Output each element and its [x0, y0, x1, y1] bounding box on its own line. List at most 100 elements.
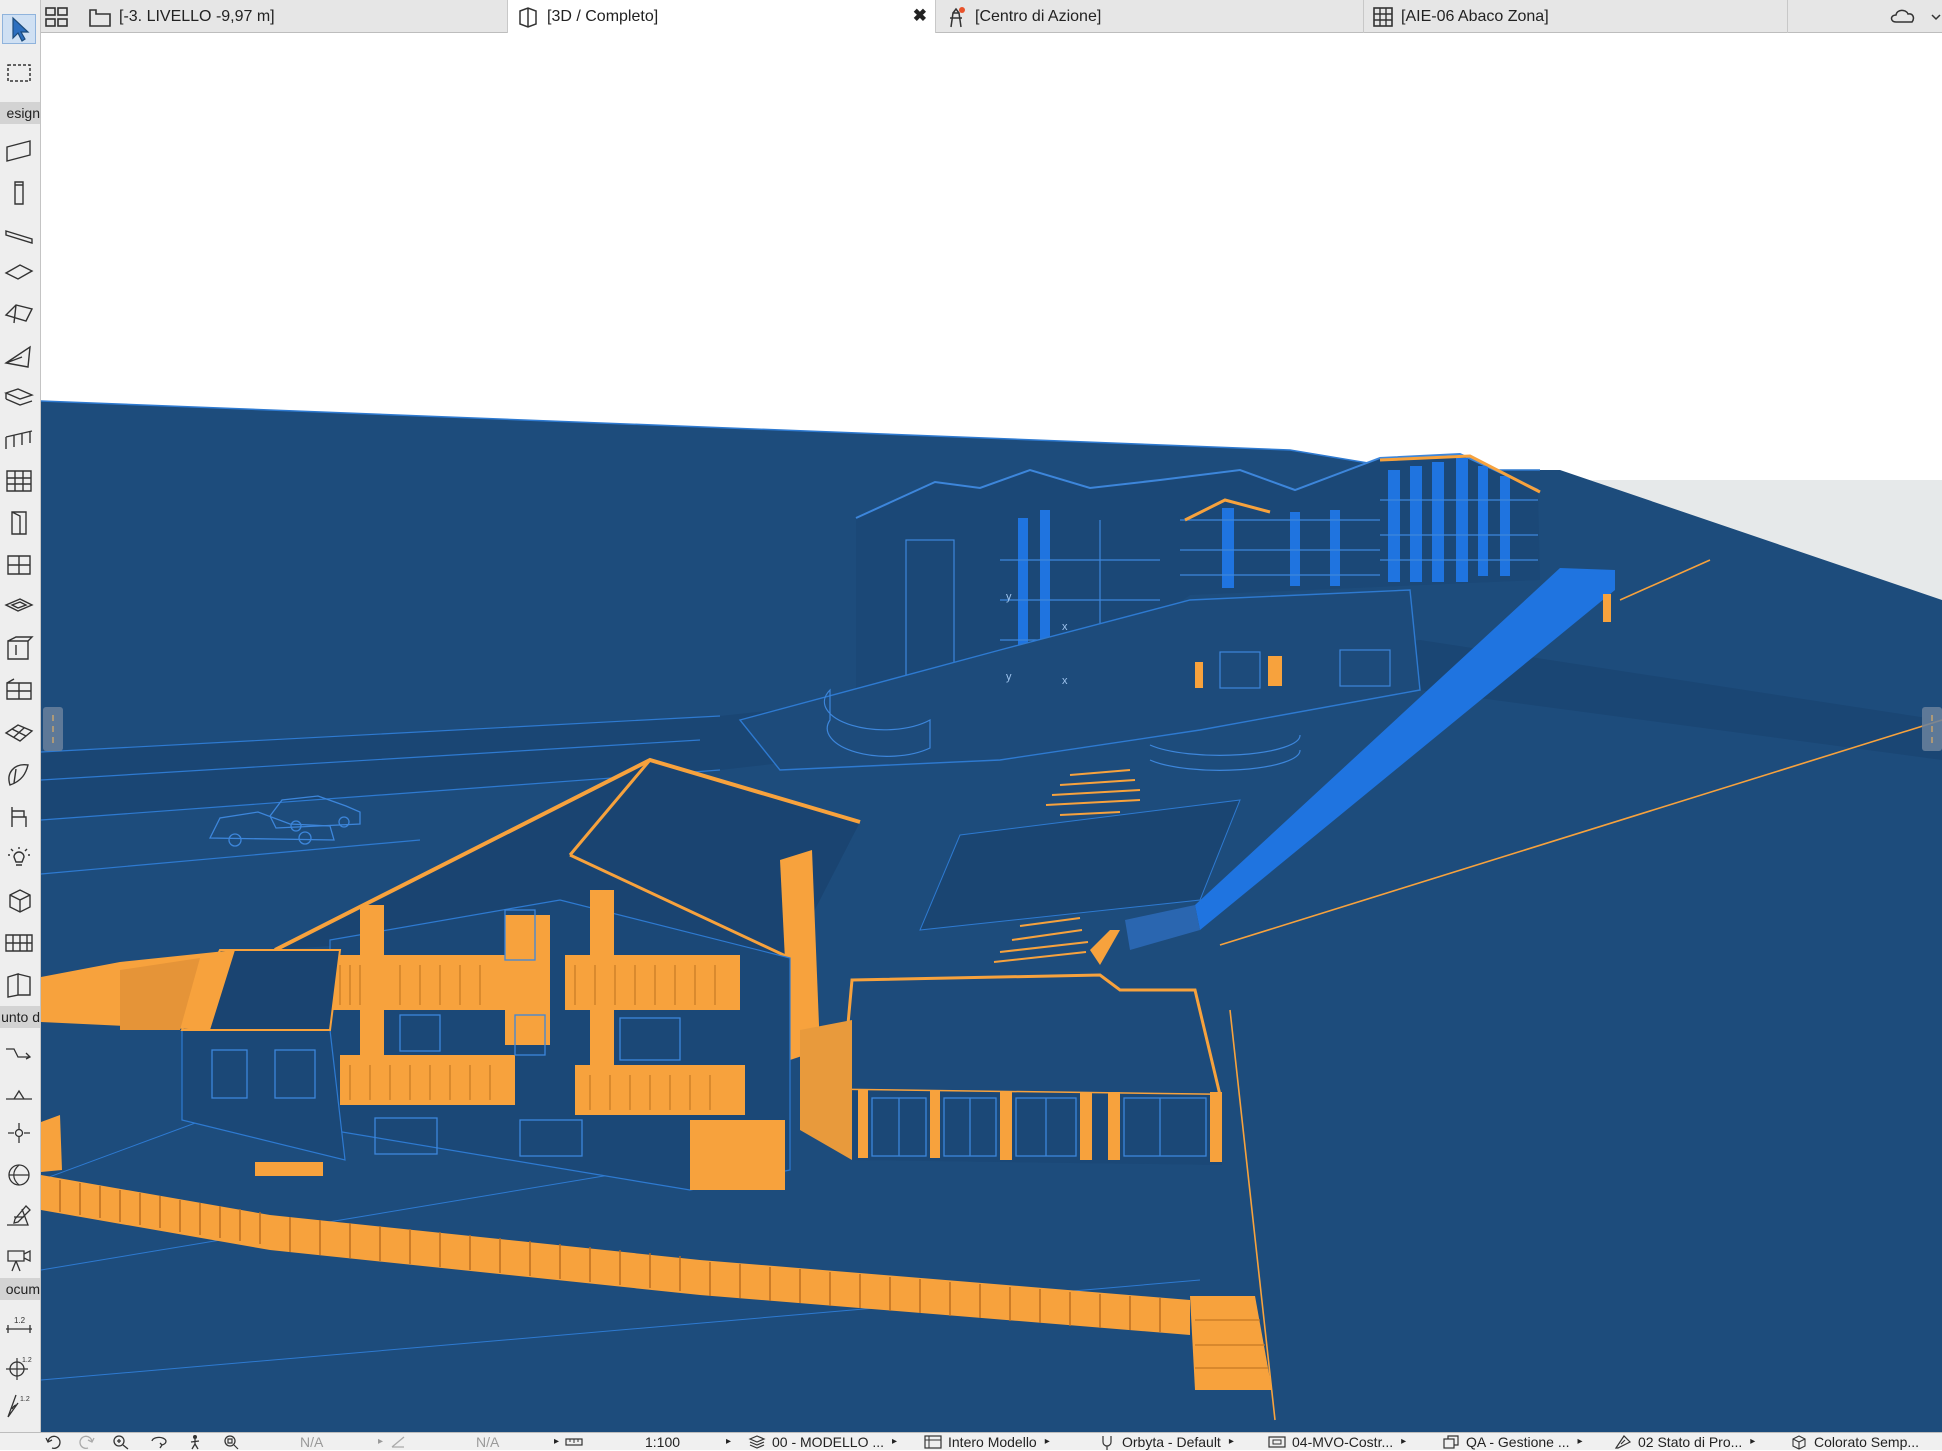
wall-end-tool-icon[interactable] — [2, 634, 36, 664]
tab-label: [AIE-06 Abaco Zona] — [1401, 7, 1549, 25]
section-tool-icon[interactable] — [2, 1038, 36, 1068]
svg-text:1.2: 1.2 — [20, 1396, 30, 1403]
model-view-selector[interactable]: Intero Modello ▸ — [924, 1433, 1050, 1451]
svg-text:1.2: 1.2 — [14, 1316, 26, 1325]
arrow-tool-icon[interactable] — [2, 14, 36, 44]
opening-tool-icon[interactable] — [2, 970, 36, 1000]
camera-tool-icon[interactable] — [2, 1244, 36, 1274]
status-value: 00 - MODELLO ... — [772, 1434, 885, 1450]
status-value: N/A — [476, 1434, 500, 1450]
status-value: QA - Gestione ... — [1466, 1434, 1570, 1450]
fit-in-window-icon[interactable] — [222, 1433, 240, 1451]
window-tool-icon[interactable] — [2, 550, 36, 580]
svg-text:y: y — [1006, 591, 1012, 603]
wall-tool-icon[interactable] — [2, 136, 36, 166]
angle-icon[interactable]: ▸ — [378, 1433, 407, 1451]
model-view-option-icon — [1268, 1436, 1286, 1448]
scale-value[interactable]: 1:100 ▸ — [645, 1433, 731, 1451]
roof-tool-icon[interactable] — [2, 300, 36, 330]
renovation-filter-selector[interactable]: 02 Stato di Pro... ▸ — [1614, 1433, 1755, 1451]
corner-window-tool-icon[interactable] — [2, 676, 36, 706]
skylight-tool-icon[interactable] — [2, 592, 36, 622]
dimension-tool-icon[interactable]: 1.2 — [2, 1312, 36, 1342]
stair-tool-icon[interactable] — [2, 384, 36, 414]
pen-set-selector[interactable]: Orbyta - Default ▸ — [1098, 1433, 1234, 1451]
right-panel-handle[interactable] — [1922, 707, 1942, 751]
model-view-icon — [924, 1435, 942, 1449]
cloud-dropdown-icon — [1890, 9, 1941, 23]
zone-tool-icon[interactable] — [2, 886, 36, 916]
status-value: 02 Stato di Pro... — [1638, 1434, 1743, 1450]
svg-text:x: x — [1062, 621, 1068, 633]
tab-label: [-3. LIVELLO -9,97 m] — [119, 7, 275, 25]
tab-action-center[interactable]: [Centro di Azione] — [936, 0, 1364, 33]
column-tool-icon[interactable] — [2, 178, 36, 208]
status-value: Intero Modello — [948, 1434, 1037, 1450]
garage-pavilion — [800, 973, 1222, 1165]
tab-bar: [-3. LIVELLO -9,97 m] [3D / Completo] ✖ … — [0, 0, 1942, 33]
3d-window-icon — [519, 6, 537, 28]
lamp-tool-icon[interactable] — [2, 844, 36, 874]
level-dimension-tool-icon[interactable]: 1.2 — [2, 1352, 36, 1382]
pen-set-icon — [1102, 1436, 1112, 1450]
orbit-icon[interactable] — [150, 1433, 168, 1451]
elevation-tool-icon[interactable] — [2, 1078, 36, 1108]
floor-plan-icon — [89, 8, 111, 27]
svg-text:1.2: 1.2 — [22, 1357, 32, 1364]
renovation-icon — [1614, 1435, 1632, 1449]
close-tab-icon[interactable]: ✖ — [913, 6, 927, 26]
walk-mode-icon[interactable] — [186, 1433, 204, 1451]
toolbox-section-viewpoint[interactable]: unto d — [0, 1006, 40, 1028]
3d-style-selector[interactable]: Colorato Semp... — [1790, 1433, 1919, 1451]
left-panel-handle[interactable] — [43, 707, 63, 751]
door-tool-icon[interactable] — [2, 508, 36, 538]
status-value: Colorato Semp... — [1814, 1434, 1920, 1450]
schedule-icon — [1373, 6, 1393, 27]
redo-view-icon[interactable] — [78, 1433, 96, 1451]
marquee-tool-icon[interactable] — [2, 58, 36, 88]
tab-label: [3D / Completo] — [547, 7, 659, 25]
status-value: 1:100 — [645, 1434, 681, 1450]
slab-tool-icon[interactable] — [2, 258, 36, 288]
layer-combination-selector[interactable]: 00 - MODELLO ... ▸ — [748, 1433, 897, 1451]
beam-tool-icon[interactable] — [2, 220, 36, 250]
tab-3d-window[interactable]: [3D / Completo] ✖ — [508, 0, 936, 33]
tab-schedule[interactable]: [AIE-06 Abaco Zona] — [1364, 0, 1788, 33]
mesh-tool-icon[interactable] — [2, 718, 36, 748]
curtain-grid-tool-icon[interactable] — [2, 928, 36, 958]
status-field-na-1[interactable]: N/A — [300, 1433, 323, 1451]
3d-style-icon — [1792, 1435, 1806, 1450]
svg-text:x: x — [1062, 675, 1068, 687]
tab-label: [Centro di Azione] — [975, 7, 1102, 25]
shell-tool-icon[interactable] — [2, 342, 36, 372]
svg-text:y: y — [1006, 671, 1012, 683]
status-value: Orbyta - Default — [1122, 1434, 1221, 1450]
status-bar: N/A ▸ N/A ▸ 1:100 ▸ 00 - MODELLO ... ▸ Int… — [0, 1432, 1942, 1450]
tab-list-dropdown[interactable] — [1888, 4, 1942, 30]
view-map-icon[interactable] — [44, 4, 70, 30]
angle-dimension-tool-icon[interactable]: 1.2 — [2, 1390, 36, 1420]
toolbox: esign unto d ocum 1.2 1.2 1.2 — [0, 0, 41, 1432]
object-tool-icon[interactable] — [2, 802, 36, 832]
worksheet-tool-icon[interactable] — [2, 1160, 36, 1190]
model-view-option-selector[interactable]: 04-MVO-Costr... ▸ — [1268, 1433, 1406, 1451]
toolbox-section-design[interactable]: esign — [0, 102, 40, 124]
toolbox-section-documentation[interactable]: ocum — [0, 1278, 40, 1300]
scale-selector[interactable]: ▸ — [552, 1433, 583, 1451]
graphic-override-selector[interactable]: QA - Gestione ... ▸ — [1442, 1433, 1583, 1451]
curtain-wall-tool-icon[interactable] — [2, 466, 36, 496]
status-value: 04-MVO-Costr... — [1292, 1434, 1394, 1450]
tab-floor-plan[interactable]: [-3. LIVELLO -9,97 m] — [80, 0, 508, 33]
layers-icon — [748, 1435, 766, 1449]
3d-viewport[interactable]: y x y x — [41, 33, 1942, 1432]
interior-elevation-tool-icon[interactable] — [2, 1118, 36, 1148]
action-center-icon — [950, 6, 965, 27]
morph-tool-icon[interactable] — [2, 760, 36, 790]
detail-tool-icon[interactable] — [2, 1202, 36, 1232]
undo-view-icon[interactable] — [44, 1433, 62, 1451]
ramp-marker — [1603, 594, 1611, 622]
status-field-na-2[interactable]: N/A — [476, 1433, 499, 1451]
railing-tool-icon[interactable] — [2, 424, 36, 454]
zoom-in-icon[interactable] — [112, 1433, 130, 1451]
3d-model-scene[interactable]: y x y x — [41, 33, 1942, 1432]
